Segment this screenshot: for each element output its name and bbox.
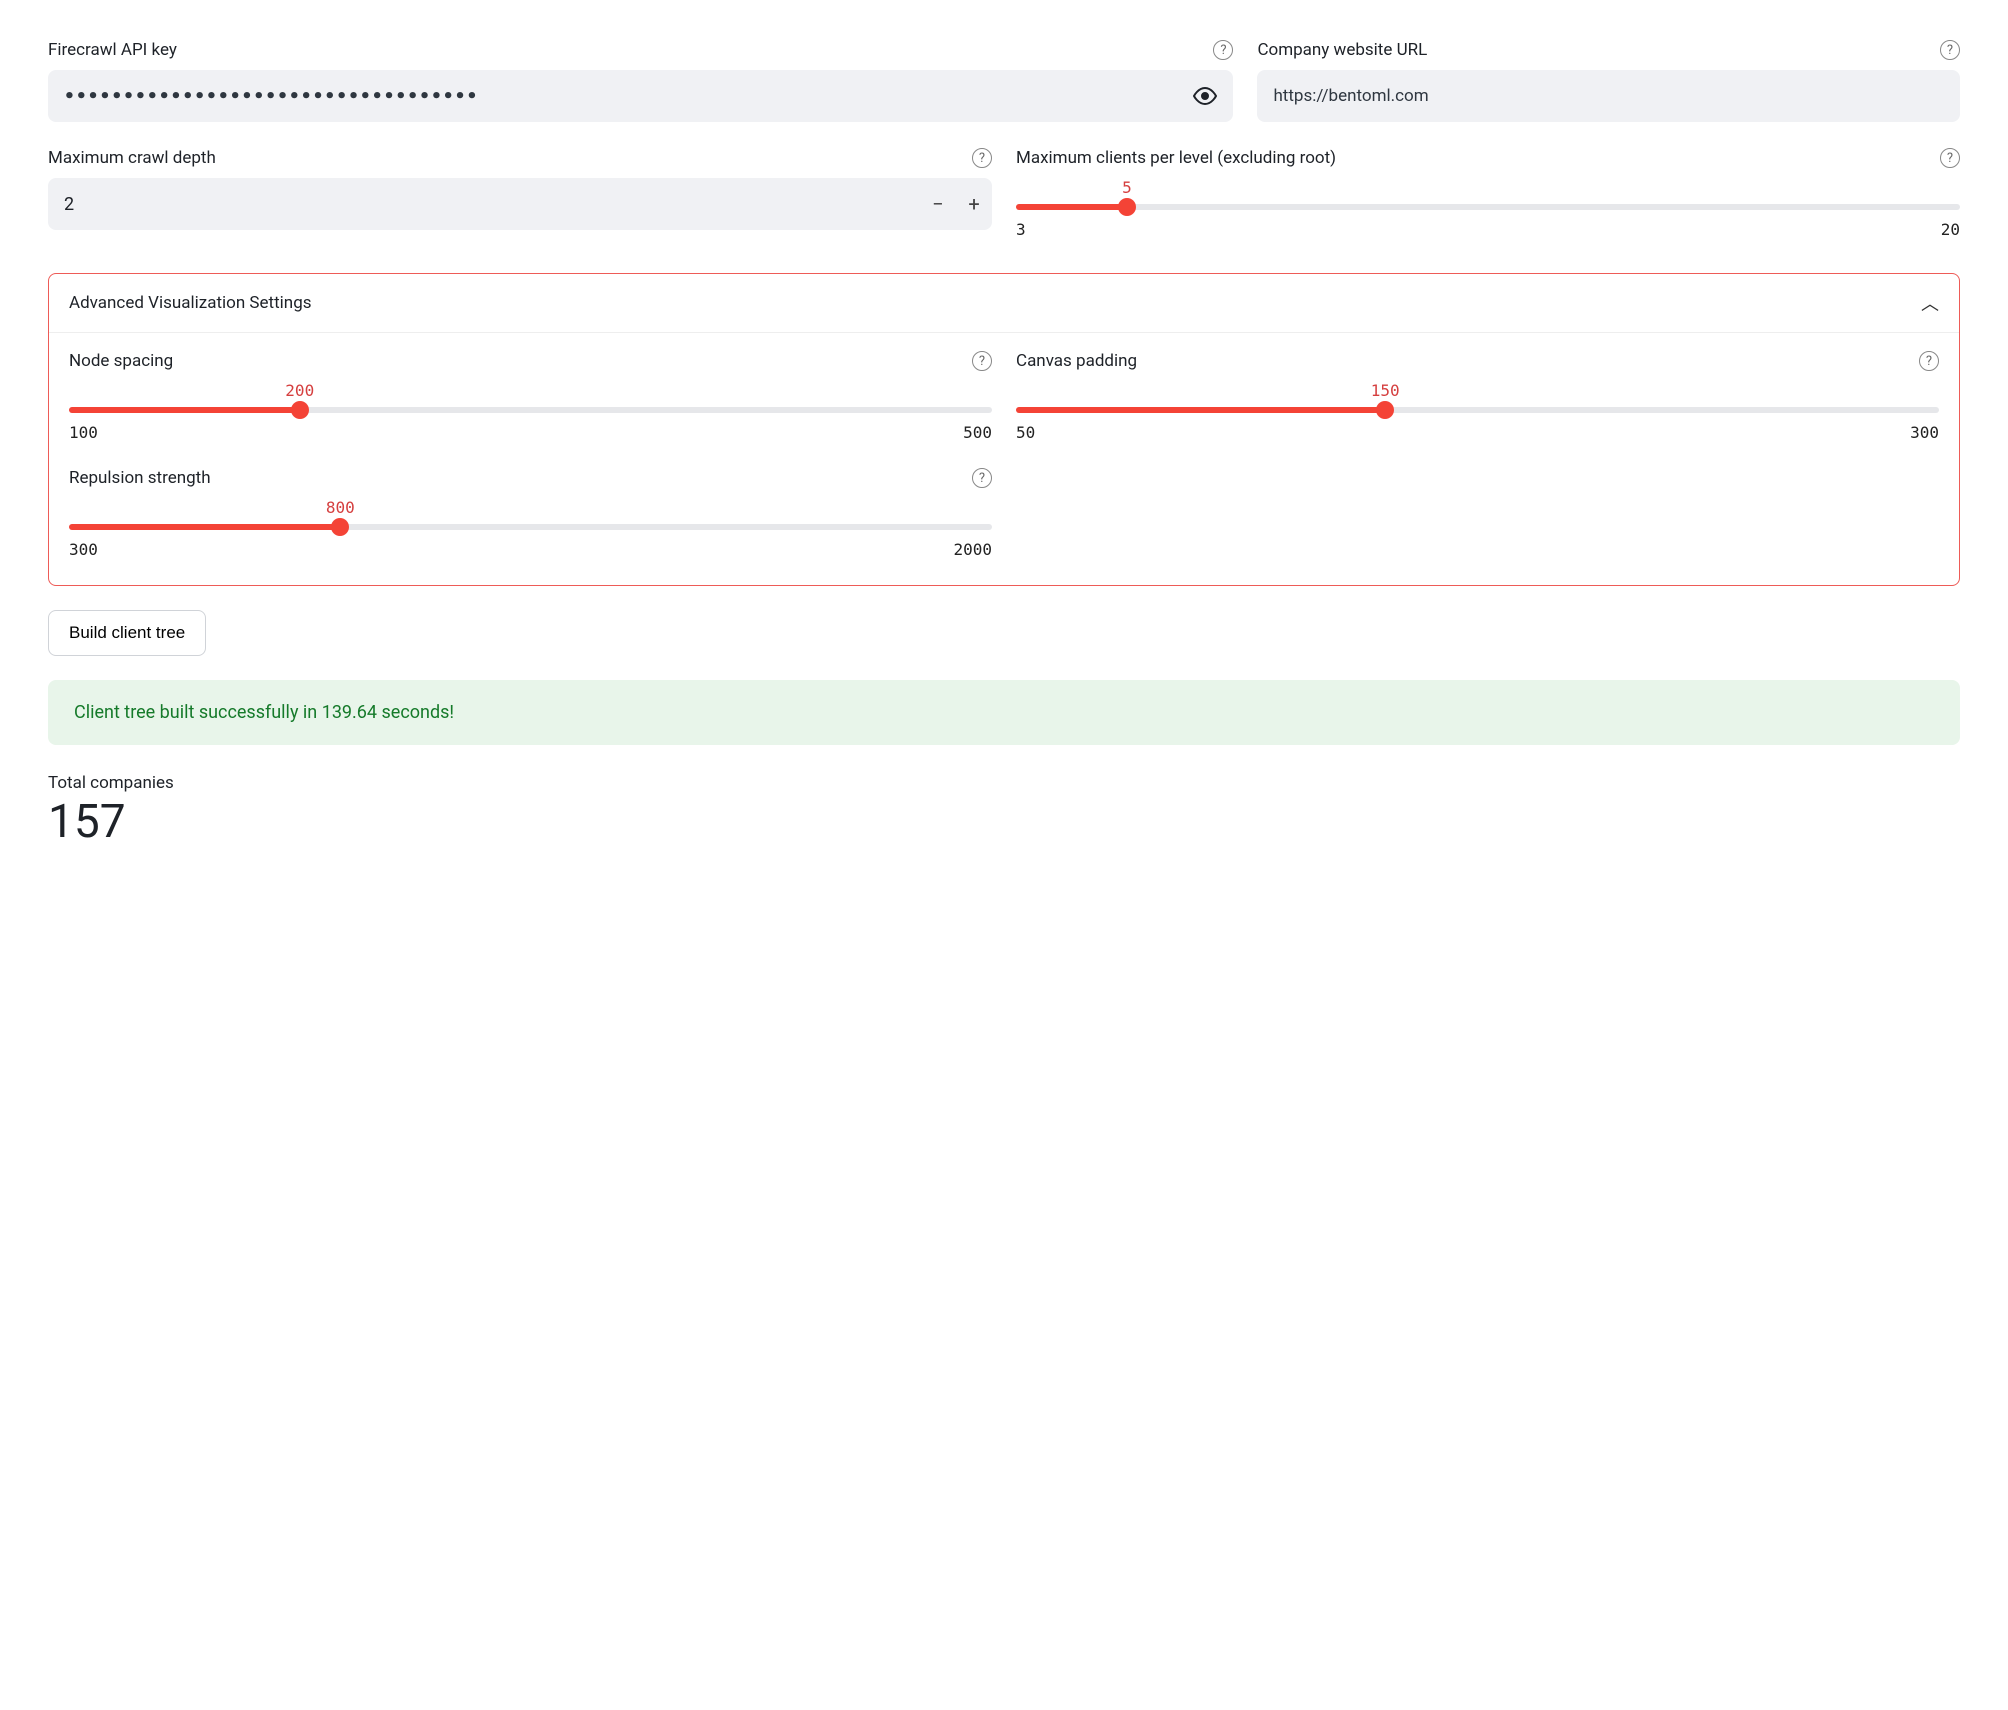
slider-max: 2000 (953, 540, 992, 559)
url-value: https://bentoml.com (1273, 86, 1944, 106)
help-icon[interactable]: ? (1940, 40, 1960, 60)
help-icon[interactable]: ? (972, 148, 992, 168)
slider-track[interactable] (69, 407, 992, 413)
max-clients-slider[interactable]: 5 3 20 (1016, 178, 1960, 239)
metric-value: 157 (48, 795, 1960, 849)
help-icon[interactable]: ? (972, 468, 992, 488)
chevron-up-icon: ︿ (1921, 290, 1939, 316)
slider-min: 300 (69, 540, 98, 559)
advanced-settings-expander: Advanced Visualization Settings ︿ Node s… (48, 273, 1960, 586)
help-icon[interactable]: ? (1213, 40, 1233, 60)
api-key-masked-value: ••••••••••••••••••••••••••••••••••• (64, 86, 1193, 107)
success-message: Client tree built successfully in 139.64… (48, 680, 1960, 745)
slider-thumb[interactable] (1118, 198, 1136, 216)
help-icon[interactable]: ? (1940, 148, 1960, 168)
slider-value-label: 150 (1371, 381, 1400, 400)
node-spacing-slider[interactable]: 200 100 500 (69, 381, 992, 442)
repulsion-label: Repulsion strength (69, 468, 211, 488)
slider-fill (1016, 407, 1385, 413)
slider-max: 500 (963, 423, 992, 442)
url-label: Company website URL (1257, 40, 1427, 60)
slider-track[interactable] (1016, 204, 1960, 210)
depth-stepper[interactable]: 2 − + (48, 178, 992, 230)
slider-fill (69, 524, 340, 530)
help-icon[interactable]: ? (972, 351, 992, 371)
expander-title: Advanced Visualization Settings (69, 293, 312, 313)
slider-value-label: 5 (1122, 178, 1132, 197)
slider-thumb[interactable] (1376, 401, 1394, 419)
slider-track[interactable] (69, 524, 992, 530)
api-key-label: Firecrawl API key (48, 40, 177, 60)
slider-value-label: 800 (326, 498, 355, 517)
minus-icon[interactable]: − (920, 192, 956, 216)
depth-label: Maximum crawl depth (48, 148, 216, 168)
help-icon[interactable]: ? (1919, 351, 1939, 371)
slider-min: 50 (1016, 423, 1035, 442)
slider-min: 3 (1016, 220, 1026, 239)
slider-max: 20 (1941, 220, 1960, 239)
max-clients-label: Maximum clients per level (excluding roo… (1016, 148, 1336, 168)
plus-icon[interactable]: + (956, 192, 992, 216)
canvas-padding-label: Canvas padding (1016, 351, 1137, 371)
slider-fill (69, 407, 300, 413)
canvas-padding-slider[interactable]: 150 50 300 (1016, 381, 1939, 442)
repulsion-slider[interactable]: 800 300 2000 (69, 498, 992, 559)
expander-header[interactable]: Advanced Visualization Settings ︿ (49, 274, 1959, 333)
url-input[interactable]: https://bentoml.com (1257, 70, 1960, 122)
slider-thumb[interactable] (291, 401, 309, 419)
slider-fill (1016, 204, 1127, 210)
slider-track[interactable] (1016, 407, 1939, 413)
slider-thumb[interactable] (331, 518, 349, 536)
slider-min: 100 (69, 423, 98, 442)
slider-value-label: 200 (285, 381, 314, 400)
build-button[interactable]: Build client tree (48, 610, 206, 656)
eye-icon[interactable] (1193, 84, 1217, 108)
api-key-input[interactable]: ••••••••••••••••••••••••••••••••••• (48, 70, 1233, 122)
node-spacing-label: Node spacing (69, 351, 173, 371)
depth-value: 2 (48, 194, 920, 215)
slider-max: 300 (1910, 423, 1939, 442)
metric-label: Total companies (48, 773, 1960, 793)
